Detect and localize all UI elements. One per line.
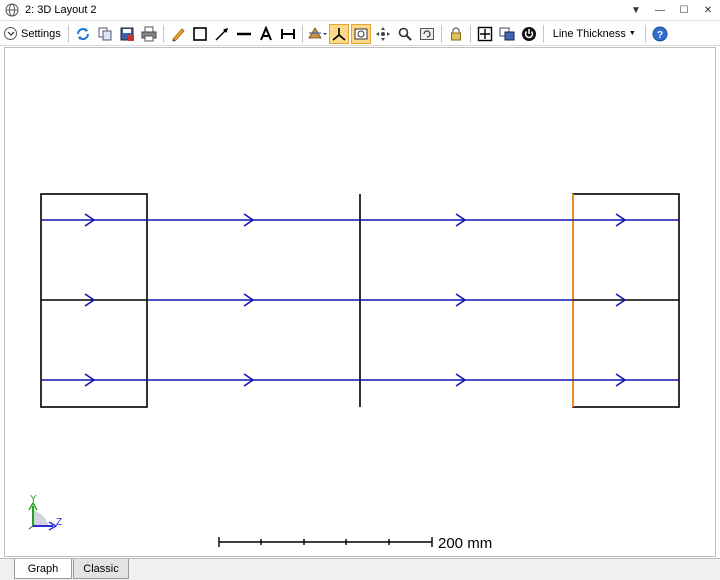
lock-icon[interactable] — [446, 24, 466, 44]
dimension-icon[interactable] — [278, 24, 298, 44]
app-icon — [5, 3, 19, 17]
tab-graph[interactable]: Graph — [14, 559, 72, 579]
svg-text:?: ? — [657, 30, 663, 41]
dropdown-icon[interactable]: ▼ — [628, 2, 644, 18]
scale-bar — [218, 537, 433, 547]
copy-icon[interactable] — [95, 24, 115, 44]
toolbar-separator — [440, 24, 442, 43]
toolbar-separator — [542, 24, 544, 43]
reset-view-icon[interactable] — [417, 24, 437, 44]
tab-classic[interactable]: Classic — [73, 559, 129, 579]
view-tabs: Graph Classic — [0, 558, 720, 580]
axis-indicator: Y Z — [28, 494, 62, 531]
toolbar-separator — [162, 24, 164, 43]
axis-y-label: Y — [30, 494, 37, 505]
camera-icon[interactable] — [350, 23, 371, 44]
title-bar: 2: 3D Layout 2 ▼ — ☐ ✕ — [0, 0, 720, 21]
print-icon[interactable] — [139, 24, 159, 44]
toolbar-separator — [301, 24, 303, 43]
tab-graph-label: Graph — [27, 562, 59, 575]
chevron-down-icon — [4, 27, 17, 40]
minimize-button[interactable]: — — [652, 2, 668, 18]
save-icon[interactable] — [117, 24, 137, 44]
scale-label: 200 mm — [438, 535, 492, 552]
zoom-icon[interactable] — [395, 24, 415, 44]
window-title: 2: 3D Layout 2 — [25, 4, 97, 16]
arrow-icon[interactable] — [212, 24, 232, 44]
window-icon[interactable] — [497, 24, 517, 44]
maximize-button[interactable]: ☐ — [676, 2, 692, 18]
toolbar-separator — [644, 24, 646, 43]
layout-drawing: Y Z 200 mm — [28, 193, 680, 552]
axis-z-label: Z — [56, 517, 62, 528]
tab-classic-label: Classic — [83, 562, 119, 575]
toolbar-separator — [469, 24, 471, 43]
refresh-icon[interactable] — [73, 24, 93, 44]
fit-icon[interactable] — [475, 24, 495, 44]
layout-canvas[interactable]: Y Z 200 mm — [4, 47, 716, 557]
axis-icon[interactable] — [328, 23, 349, 44]
toolbar: Settings Line Thickness ▼ ? — [0, 22, 720, 46]
line-thickness-dropdown[interactable]: Line Thickness ▼ — [547, 28, 642, 40]
line-icon[interactable] — [234, 24, 254, 44]
pencil-icon[interactable] — [168, 24, 188, 44]
chevron-down-icon: ▼ — [628, 30, 636, 37]
settings-label: Settings — [21, 27, 61, 40]
rotate-view-icon[interactable] — [307, 24, 327, 44]
settings-button[interactable]: Settings — [0, 27, 65, 40]
close-button[interactable]: ✕ — [700, 2, 716, 18]
help-icon[interactable]: ? — [650, 24, 670, 44]
pan-icon[interactable] — [373, 24, 393, 44]
power-icon[interactable] — [519, 24, 539, 44]
text-icon[interactable] — [256, 24, 276, 44]
rectangle-icon[interactable] — [190, 24, 210, 44]
line-thickness-label: Line Thickness — [552, 27, 626, 40]
toolbar-separator — [67, 24, 69, 43]
